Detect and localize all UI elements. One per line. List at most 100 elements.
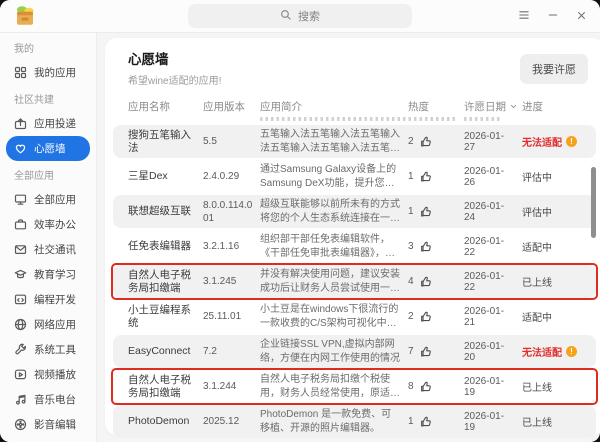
minimize-button[interactable] bbox=[542, 6, 563, 27]
sidebar-item-system-tools[interactable]: 系统工具 bbox=[6, 337, 90, 362]
table-row[interactable]: 三星Dex2.4.0.29通过Samsung Galaxy设备上的Samsung… bbox=[113, 160, 596, 193]
page-subtitle: 希望wine适配的应用! bbox=[128, 72, 588, 87]
sidebar-item-label: 影音编辑 bbox=[34, 417, 76, 432]
thumbs-up-icon[interactable] bbox=[420, 276, 432, 288]
main-area: 心愿墙 希望wine适配的应用! 我要许愿 应用名称应用版本应用简介热度许愿日期… bbox=[97, 33, 600, 442]
sidebar-item-av-edit[interactable]: 影音编辑 bbox=[6, 412, 90, 437]
sidebar-item-social[interactable]: 社交通讯 bbox=[6, 237, 90, 262]
progress-label: 已上线 bbox=[522, 274, 552, 289]
progress-cell: 已上线 bbox=[522, 414, 584, 429]
app-description-cell: 自然人电子税务局扣缴个税使用，财务人员经常使用，原适配的版本已… bbox=[260, 373, 408, 400]
sidebar-item-graphics[interactable]: 图形图像 bbox=[6, 437, 90, 442]
table-row[interactable]: 联想超级互联8.0.0.114.001超级互联能够以前所未有的方式将您的个人生态… bbox=[113, 195, 596, 228]
sidebar-item-office[interactable]: 效率办公 bbox=[6, 212, 90, 237]
sidebar-item-all-apps[interactable]: 全部应用 bbox=[6, 187, 90, 212]
app-version-cell: 7.2 bbox=[203, 345, 260, 358]
app-name-cell: 自然人电子税务局扣缴端 bbox=[128, 374, 203, 400]
search-icon bbox=[280, 9, 292, 24]
heat-count: 8 bbox=[408, 381, 414, 392]
app-version-cell: 3.1.245 bbox=[203, 275, 260, 288]
progress-label: 无法适配 bbox=[522, 344, 562, 359]
progress-cell: 无法适配! bbox=[522, 344, 584, 359]
thumbs-up-icon[interactable] bbox=[420, 241, 432, 253]
sidebar-item-label: 音乐电台 bbox=[34, 392, 76, 407]
progress-cell: 适配中 bbox=[522, 309, 584, 324]
heart-icon bbox=[14, 142, 27, 155]
wish-date-cell: 2026-01-22 bbox=[464, 271, 522, 293]
sidebar-item-coding[interactable]: 编程开发 bbox=[6, 287, 90, 312]
wish-date-cell: 2026-01-19 bbox=[464, 411, 522, 433]
app-version-cell: 2.4.0.29 bbox=[203, 170, 260, 183]
wish-date-cell: 2026-01-19 bbox=[464, 376, 522, 398]
sidebar-item-education[interactable]: 教育学习 bbox=[6, 262, 90, 287]
table-row[interactable]: 搜狗五笔输入法5.5五笔输入法五笔输入法五笔输入法五笔输入法五笔输入法五笔输入法… bbox=[113, 125, 596, 158]
make-wish-button[interactable]: 我要许愿 bbox=[520, 54, 588, 84]
close-icon bbox=[576, 8, 587, 26]
sidebar-item-music-radio[interactable]: 音乐电台 bbox=[6, 387, 90, 412]
thumbs-up-icon[interactable] bbox=[420, 206, 432, 218]
progress-label: 适配中 bbox=[522, 239, 552, 254]
progress-label: 评估中 bbox=[522, 204, 552, 219]
heat-count: 1 bbox=[408, 171, 414, 182]
search-input[interactable]: 搜索 bbox=[188, 4, 412, 28]
sidebar-item-label: 应用投递 bbox=[34, 116, 76, 131]
sidebar-item-label: 我的应用 bbox=[34, 65, 76, 80]
column-header[interactable]: 应用版本 bbox=[203, 99, 260, 114]
heat-cell: 1 bbox=[408, 416, 464, 428]
progress-cell: 评估中 bbox=[522, 204, 584, 219]
column-header[interactable]: 进度 bbox=[522, 99, 584, 114]
app-name-cell: 搜狗五笔输入法 bbox=[128, 129, 203, 155]
table-body: 搜狗五笔输入法5.5五笔输入法五笔输入法五笔输入法五笔输入法五笔输入法五笔输入法… bbox=[105, 125, 600, 438]
app-version-cell: 3.2.1.16 bbox=[203, 240, 260, 253]
video-play-icon bbox=[14, 368, 27, 381]
app-store-window: 搜索 我的我的应用社区共建应用投递心愿墙全部应用全部应用效率办公社交通讯教育学习… bbox=[0, 0, 600, 442]
app-description-cell: 组织部干部任免表编辑软件，《干部任免审批表编辑器》，UOS可以安… bbox=[260, 233, 408, 260]
app-name-cell: 自然人电子税务局扣缴端 bbox=[128, 269, 203, 295]
sidebar-item-wish-wall[interactable]: 心愿墙 bbox=[6, 136, 90, 161]
column-header[interactable]: 许愿日期 bbox=[464, 99, 522, 114]
menu-button[interactable] bbox=[513, 6, 534, 27]
mail-icon bbox=[14, 243, 27, 256]
monitor-icon bbox=[14, 193, 27, 206]
app-name-cell: 小土豆编程系统 bbox=[128, 304, 203, 330]
thumbs-up-icon[interactable] bbox=[420, 346, 432, 358]
sidebar-section-header: 我的 bbox=[0, 34, 96, 60]
vertical-scrollbar[interactable] bbox=[591, 167, 596, 238]
table-row[interactable]: 任免表编辑器3.2.1.16组织部干部任免表编辑软件，《干部任免审批表编辑器》，… bbox=[113, 230, 596, 263]
sidebar: 我的我的应用社区共建应用投递心愿墙全部应用全部应用效率办公社交通讯教育学习编程开… bbox=[0, 33, 97, 442]
app-version-cell: 5.5 bbox=[203, 135, 260, 148]
window-controls bbox=[513, 0, 592, 33]
column-header[interactable]: 应用名称 bbox=[128, 99, 203, 114]
table-row[interactable]: PhotoDemon2025.12PhotoDemon 是一款免费、可移植、开源… bbox=[113, 405, 596, 438]
thumbs-up-icon[interactable] bbox=[420, 171, 432, 183]
sidebar-item-video-play[interactable]: 视频播放 bbox=[6, 362, 90, 387]
sidebar-item-label: 效率办公 bbox=[34, 217, 76, 232]
thumbs-up-icon[interactable] bbox=[420, 381, 432, 393]
sidebar-item-my-apps[interactable]: 我的应用 bbox=[6, 60, 90, 85]
table-row[interactable]: 自然人电子税务局扣缴端3.1.244自然人电子税务局扣缴个税使用，财务人员经常使… bbox=[113, 370, 596, 403]
sidebar-item-label: 社交通讯 bbox=[34, 242, 76, 257]
sidebar-item-network[interactable]: 网络应用 bbox=[6, 312, 90, 337]
thumbs-up-icon[interactable] bbox=[420, 311, 432, 323]
close-button[interactable] bbox=[571, 6, 592, 27]
column-header[interactable]: 热度 bbox=[408, 99, 464, 114]
progress-label: 评估中 bbox=[522, 169, 552, 184]
progress-cell: 评估中 bbox=[522, 169, 584, 184]
column-header-label: 应用名称 bbox=[128, 99, 170, 114]
table-row[interactable]: EasyConnect7.2企业链接SSL VPN,虚拟内部网络，方便在内网工作… bbox=[113, 335, 596, 368]
app-name-cell: 三星Dex bbox=[128, 170, 203, 183]
thumbs-up-icon[interactable] bbox=[420, 136, 432, 148]
briefcase-icon bbox=[14, 218, 27, 231]
code-window-icon bbox=[14, 293, 27, 306]
table-row[interactable]: 小土豆编程系统25.11.01小土豆是在windows下很流行的一款收费的C/S… bbox=[113, 300, 596, 333]
column-header-label: 进度 bbox=[522, 99, 543, 114]
progress-cell: 适配中 bbox=[522, 239, 584, 254]
column-header[interactable]: 应用简介 bbox=[260, 99, 408, 114]
app-description-cell: 通过Samsung Galaxy设备上的Samsung DeX功能，提升您的工作… bbox=[260, 163, 408, 190]
table-header-row: 应用名称 应用版本应用简介热度许愿日期进度 bbox=[113, 97, 596, 115]
heat-cell: 2 bbox=[408, 136, 464, 148]
table-row[interactable]: 自然人电子税务局扣缴端3.1.245并没有解决使用问题，建议安装成功后让财务人员… bbox=[113, 265, 596, 298]
sidebar-item-app-submit[interactable]: 应用投递 bbox=[6, 111, 90, 136]
clipped-text-fragment bbox=[260, 117, 456, 121]
thumbs-up-icon[interactable] bbox=[420, 416, 432, 428]
